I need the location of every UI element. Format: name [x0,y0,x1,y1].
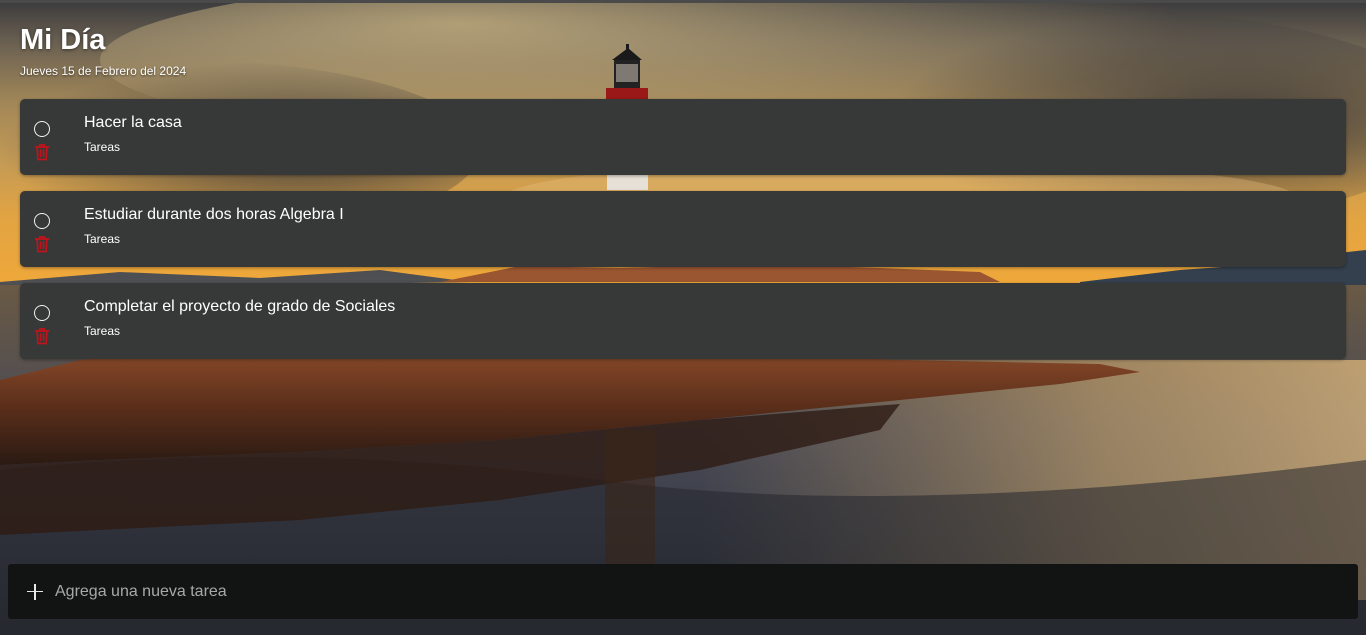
task-title[interactable]: Estudiar durante dos horas Algebra I [84,206,344,224]
page-date: Jueves 15 de Febrero del 2024 [20,64,187,78]
task-title[interactable]: Completar el proyecto de grado de Social… [84,298,395,316]
task-category: Tareas [84,324,121,338]
task-list: Hacer la casa Tareas Estudiar durante do… [20,99,1346,375]
trash-icon[interactable] [34,235,50,253]
task-category: Tareas [84,140,121,154]
new-task-input[interactable] [55,571,1358,612]
window-top-border [0,0,1366,3]
page-title: Mi Día [20,24,106,56]
complete-task-circle-icon[interactable] [34,213,50,229]
task-card[interactable]: Completar el proyecto de grado de Social… [20,283,1346,359]
complete-task-circle-icon[interactable] [34,121,50,137]
task-card[interactable]: Hacer la casa Tareas [20,99,1346,175]
task-card[interactable]: Estudiar durante dos horas Algebra I Tar… [20,191,1346,267]
trash-icon[interactable] [34,143,50,161]
complete-task-circle-icon[interactable] [34,305,50,321]
trash-icon[interactable] [34,327,50,345]
task-title[interactable]: Hacer la casa [84,114,182,132]
task-category: Tareas [84,232,121,246]
new-task-bar[interactable] [8,564,1358,619]
plus-icon[interactable] [27,583,43,600]
